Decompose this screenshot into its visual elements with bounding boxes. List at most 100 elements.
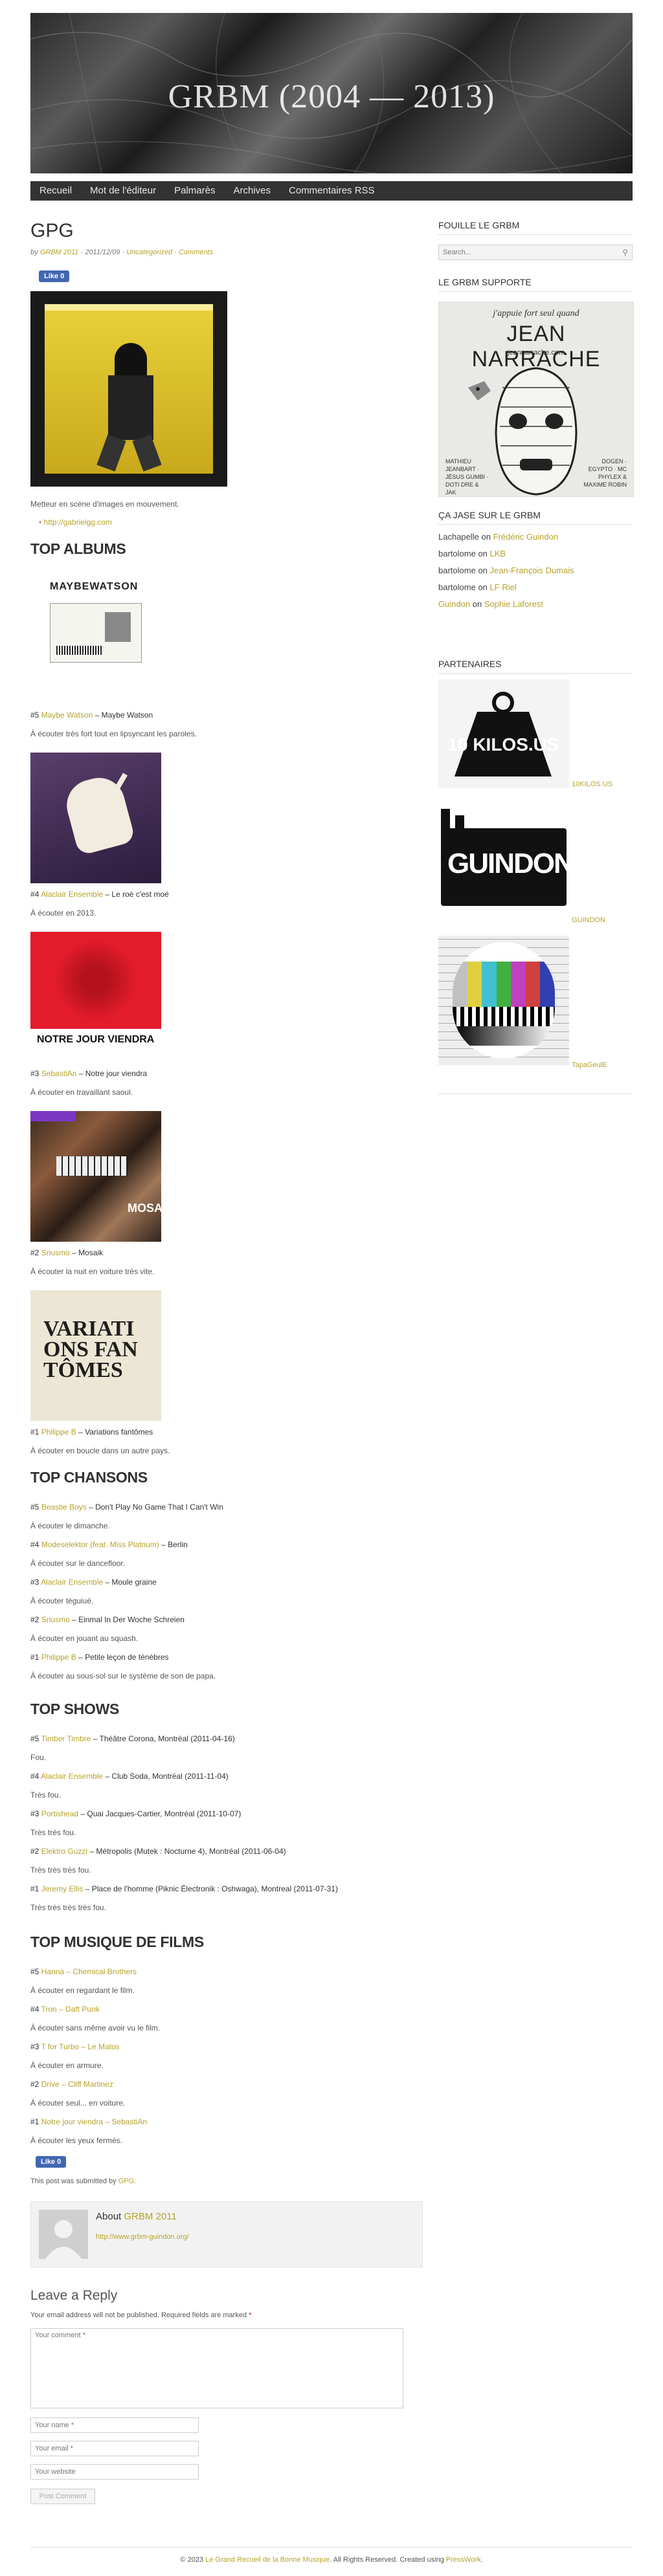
show-4-artist-link[interactable]: Alaclair Ensemble — [41, 1772, 103, 1781]
category-link[interactable]: Uncategorized — [126, 248, 172, 256]
show-rank-2: #2 Elektro Guzzi – Métropolis (Mutek : N… — [30, 1847, 286, 1856]
film-1-link[interactable]: Notre jour viendra – SebastiAn — [41, 2117, 147, 2126]
post-photo — [30, 291, 227, 487]
comments-link[interactable]: Comments — [179, 248, 213, 256]
search-icon[interactable]: ⚲ — [622, 248, 628, 257]
author-link[interactable]: GRBM 2011 — [40, 248, 79, 256]
reply-heading: Leave a Reply — [30, 2288, 118, 2303]
weight-icon: 10 KILOS.US — [447, 692, 559, 776]
about-url-link[interactable]: http://www.grbm-guindon.org/ — [96, 2233, 189, 2241]
partner-logo-10kilos[interactable]: 10 KILOS.US — [438, 679, 569, 788]
sidebar-partners-heading: PARTENAIRES — [438, 659, 502, 669]
facebook-like-button[interactable]: Like 0 — [39, 270, 70, 282]
nav-item-archives[interactable]: Archives — [224, 181, 280, 201]
show-3-desc: Très très fou. — [30, 1828, 76, 1837]
film-4-link[interactable]: Tron – Daft Punk — [41, 2005, 99, 2014]
submitted-by-link[interactable]: GPG. — [118, 2177, 137, 2185]
main-nav: Recueil Mot de l'éditeur Palmarès Archiv… — [30, 181, 633, 201]
album-4-artist-link[interactable]: Alaclair Ensemble — [41, 890, 103, 899]
film-rank-4: #4 Tron – Daft Punk — [30, 2005, 100, 2014]
film-rank-2: #2 Drive – Cliff Martinez — [30, 2080, 113, 2089]
about-author-link[interactable]: GRBM 2011 — [124, 2211, 176, 2222]
recent-comment-link[interactable]: Jean-François Dumais — [490, 566, 574, 575]
partner-link-10kilos[interactable]: 10KILOS.US — [572, 780, 612, 788]
divider — [438, 673, 633, 674]
post-website-link[interactable]: http://gabrielgg.com — [44, 518, 112, 527]
nav-item-mot-editeur[interactable]: Mot de l'éditeur — [81, 181, 165, 201]
comment-textarea[interactable] — [30, 2328, 403, 2408]
film-2-link[interactable]: Drive – Cliff Martinez — [41, 2080, 113, 2089]
recent-comment-link[interactable]: LF Riel — [490, 582, 517, 592]
show-3-artist-link[interactable]: Portishead — [41, 1809, 78, 1818]
album-1-desc: À écouter en boucle dans un autre pays. — [30, 1446, 170, 1455]
post-intro: Metteur en scène d'images en mouvement. — [30, 500, 179, 509]
song-rank-1: #1 Philippe B – Petite leçon de ténèbres — [30, 1653, 169, 1662]
song-rank-4: #4 Modeselektor (feat. Miss Platnum) – B… — [30, 1540, 188, 1549]
album-2-artist-link[interactable]: Sriusmo — [41, 1248, 70, 1257]
song-4-desc: À écouter sur le dancefloor. — [30, 1559, 126, 1568]
album-3-desc: À écouter en travaillant saoul. — [30, 1088, 133, 1097]
recent-comment-item: bartolome on LKB — [438, 549, 506, 558]
recent-comment-link[interactable]: LKB — [490, 549, 506, 558]
recent-comment-item: bartolome on LF Riel — [438, 582, 517, 592]
footer-site-link[interactable]: Le Grand Recueil de la Bonne Musique — [205, 2556, 330, 2564]
divider — [438, 291, 633, 292]
album-rank-4: #4 Alaclair Ensemble – Le roé c'est moé — [30, 890, 169, 899]
facebook-like-button-bottom[interactable]: Like 0 — [36, 2156, 67, 2168]
song-2-artist-link[interactable]: Sriusmo — [41, 1615, 70, 1624]
post-comment-button[interactable]: Post Comment — [30, 2489, 95, 2504]
page: GRBM (2004 — 2013) Recueil Mot de l'édit… — [0, 0, 663, 2576]
partner-logo-tapageule[interactable] — [438, 936, 569, 1065]
site-title[interactable]: GRBM (2004 — 2013) — [30, 78, 633, 116]
jean-narrache-poster[interactable]: j'appuie fort seul quand JEAN NARRACHE j… — [438, 302, 634, 497]
show-1-desc: Très très très très fou. — [30, 1903, 106, 1912]
site-header-banner[interactable]: GRBM (2004 — 2013) — [30, 13, 633, 173]
show-1-artist-link[interactable]: Jeremy Ellis — [41, 1884, 84, 1893]
recent-comment-author-link[interactable]: Guindon — [438, 599, 470, 609]
album-5-artist-link[interactable]: Maybe Watson — [41, 710, 93, 720]
album-rank-2: #2 Sriusmo – Mosaik — [30, 1248, 104, 1257]
film-5-link[interactable]: Hanna – Chemical Brothers — [41, 1967, 137, 1976]
album-1-artist-link[interactable]: Philippe B — [41, 1427, 76, 1437]
song-rank-5: #5 Beastie Boys – Don't Play No Game Tha… — [30, 1503, 223, 1512]
film-1-desc: À écouter les yeux fermés. — [30, 2136, 123, 2145]
film-rank-5: #5 Hanna – Chemical Brothers — [30, 1967, 137, 1976]
show-5-artist-link[interactable]: Timber Timbre — [41, 1734, 91, 1743]
email-field[interactable] — [30, 2441, 199, 2456]
search-input[interactable] — [439, 245, 615, 259]
recent-comment-item: Guindon on Sophie Laforest — [438, 599, 543, 609]
album-cover-notre-jour: NOTRE JOUR VIENDRA — [30, 932, 161, 1062]
album-5-desc: À écouter très fort tout en lipsyncant l… — [30, 729, 197, 738]
song-3-artist-link[interactable]: Alaclair Ensemble — [41, 1578, 103, 1587]
nav-item-palmares[interactable]: Palmarès — [165, 181, 224, 201]
album-rank-1: #1 Philippe B – Variations fantômes — [30, 1427, 153, 1437]
song-5-artist-link[interactable]: Beastie Boys — [41, 1503, 87, 1512]
website-field[interactable] — [30, 2464, 199, 2480]
album-3-artist-link[interactable]: SebastiAn — [41, 1069, 77, 1078]
partner-link-tapageule[interactable]: TapaGeulE — [572, 1061, 607, 1069]
nav-item-recueil[interactable]: Recueil — [30, 181, 81, 201]
film-3-link[interactable]: T for Turbo – Le Matos — [41, 2042, 119, 2051]
sidebar-jase-heading: ÇA JASE SUR LE GRBM — [438, 510, 541, 520]
partner-link-guindon[interactable]: GUINDON — [572, 916, 605, 924]
about-heading: About GRBM 2011 — [96, 2211, 177, 2222]
song-rank-2: #2 Sriusmo – Einmal In Der Woche Schreie… — [30, 1615, 185, 1624]
song-1-artist-link[interactable]: Philippe B — [41, 1653, 76, 1662]
film-rank-3: #3 T for Turbo – Le Matos — [30, 2042, 120, 2051]
nav-item-rss[interactable]: Commentaires RSS — [280, 181, 384, 201]
footer-presswork-link[interactable]: PressWork — [446, 2556, 481, 2564]
partner-logo-guindon[interactable]: GUINDON — [438, 802, 574, 920]
recent-comment-item: Lachapelle on Frédéric Guindon — [438, 532, 559, 542]
post-title[interactable]: GPG — [30, 220, 74, 242]
svg-text:10 KILOS.US: 10 KILOS.US — [447, 734, 558, 754]
recent-comment-link[interactable]: Sophie Laforest — [484, 599, 543, 609]
show-2-artist-link[interactable]: Elektro Guzzi — [41, 1847, 87, 1856]
song-5-desc: À écouter le dimanche. — [30, 1521, 110, 1530]
name-field[interactable] — [30, 2417, 199, 2433]
song-4-artist-link[interactable]: Modeselektor (feat. Miss Platnum) — [41, 1540, 159, 1549]
divider — [438, 234, 633, 235]
film-2-desc: À écouter seul... en voiture. — [30, 2098, 126, 2108]
song-2-desc: À écouter en jouant au squash. — [30, 1634, 139, 1643]
recent-comment-link[interactable]: Frédéric Guindon — [493, 532, 558, 542]
album-4-desc: À écouter en 2013. — [30, 908, 96, 918]
